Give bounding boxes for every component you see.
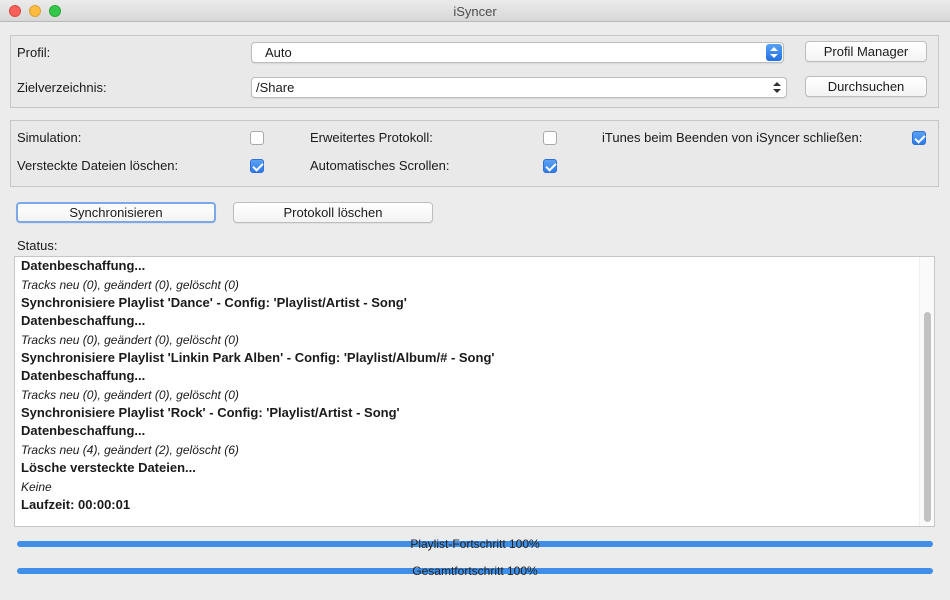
extended-log-label: Erweitertes Protokoll:: [310, 130, 433, 145]
status-log-line: Tracks neu (0), geändert (0), gelöscht (…: [21, 333, 239, 347]
title-bar: iSyncer: [0, 0, 950, 22]
status-log-line: Synchronisiere Playlist 'Rock' - Config:…: [21, 405, 400, 420]
auto-scroll-checkbox[interactable]: [543, 159, 557, 173]
delete-hidden-files-label: Versteckte Dateien löschen:: [17, 158, 179, 173]
profile-label: Profil:: [17, 45, 51, 60]
app-window: iSyncer Profil: Auto Profil Manager Ziel…: [0, 0, 950, 600]
status-log-line: Tracks neu (0), geändert (0), gelöscht (…: [21, 278, 239, 292]
status-log-line: Laufzeit: 00:00:01: [21, 497, 131, 512]
delete-hidden-files-checkbox[interactable]: [250, 159, 264, 173]
browse-button[interactable]: Durchsuchen: [805, 76, 927, 97]
status-log-scroll-thumb[interactable]: [924, 312, 931, 522]
status-log-line: Lösche versteckte Dateien...: [21, 460, 196, 475]
target-select-arrows-icon: [769, 79, 785, 96]
target-directory-select[interactable]: /Share: [251, 77, 787, 98]
status-log-scrollbar[interactable]: [919, 257, 934, 526]
profile-manager-button[interactable]: Profil Manager: [805, 41, 927, 62]
status-log-line: Datenbeschaffung...: [21, 313, 146, 328]
status-log-line: Synchronisiere Playlist 'Dance' - Config…: [21, 295, 407, 310]
extended-log-checkbox[interactable]: [543, 131, 557, 145]
simulation-label: Simulation:: [17, 130, 82, 145]
profile-select-value: Auto: [265, 45, 292, 60]
profile-select[interactable]: Auto: [251, 42, 784, 63]
total-progress-label: Gesamtfortschritt 100%: [412, 564, 538, 578]
profile-select-arrows-icon: [766, 44, 782, 61]
status-log-line: Datenbeschaffung...: [21, 368, 146, 383]
close-itunes-checkbox[interactable]: [912, 131, 926, 145]
synchronize-button[interactable]: Synchronisieren: [16, 202, 216, 223]
status-log-line: Datenbeschaffung...: [21, 423, 146, 438]
playlist-progress-label: Playlist-Fortschritt 100%: [410, 537, 540, 551]
simulation-checkbox[interactable]: [250, 131, 264, 145]
status-log-line: Synchronisiere Playlist 'Linkin Park Alb…: [21, 350, 495, 365]
clear-log-button[interactable]: Protokoll löschen: [233, 202, 433, 223]
window-title: iSyncer: [453, 4, 497, 19]
target-directory-label: Zielverzeichnis:: [17, 80, 107, 95]
status-label: Status:: [17, 238, 58, 253]
status-log-line: Keine: [21, 480, 52, 494]
status-log-content: Datenbeschaffung... Tracks neu (0), geänd…: [21, 257, 911, 514]
close-itunes-label: iTunes beim Beenden von iSyncer schließe…: [602, 130, 863, 145]
target-directory-value: /Share: [256, 80, 295, 95]
auto-scroll-label: Automatisches Scrollen:: [310, 158, 450, 173]
status-log[interactable]: Datenbeschaffung... Tracks neu (0), geänd…: [14, 256, 935, 527]
status-log-line: Tracks neu (4), geändert (2), gelöscht (…: [21, 443, 239, 457]
status-log-line: Tracks neu (0), geändert (0), gelöscht (…: [21, 388, 239, 402]
status-log-line: Datenbeschaffung...: [21, 258, 146, 273]
